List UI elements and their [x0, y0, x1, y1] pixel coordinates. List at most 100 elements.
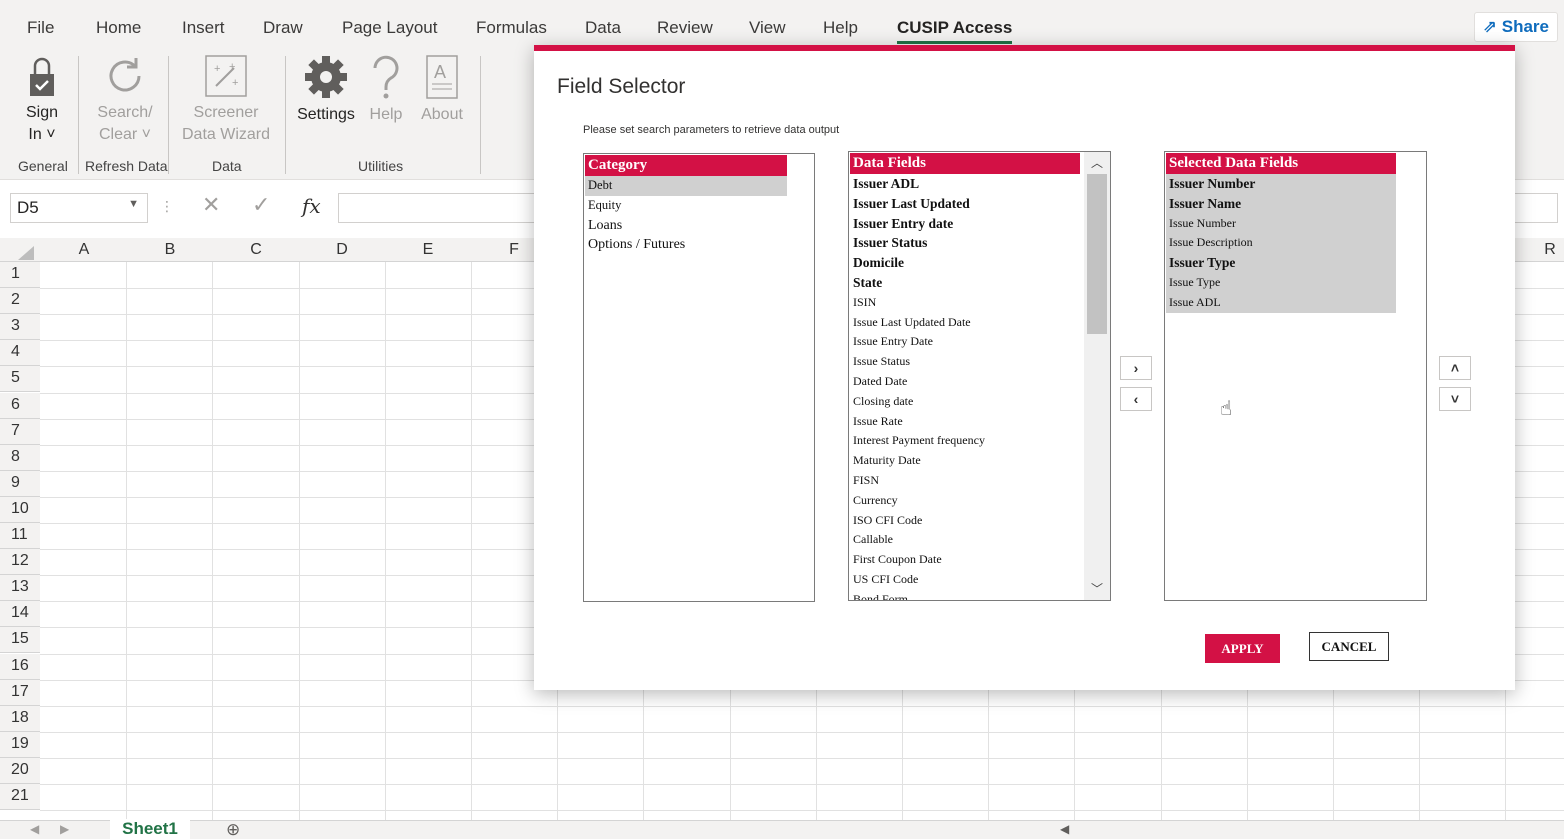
row-header[interactable]: 11: [0, 523, 40, 549]
scroll-left-icon[interactable]: ◀: [1060, 822, 1069, 836]
column-header-b[interactable]: B: [127, 241, 213, 259]
tab-file[interactable]: File: [27, 18, 54, 38]
cancel-icon[interactable]: ✕: [202, 192, 220, 218]
row-header[interactable]: 2: [0, 288, 40, 315]
sheet-tab-sheet1[interactable]: Sheet1: [110, 819, 190, 839]
category-item-options-futures[interactable]: Options / Futures: [585, 235, 814, 255]
tab-review[interactable]: Review: [657, 18, 713, 38]
selected-field-item[interactable]: Issue Type: [1166, 272, 1396, 293]
select-all-corner[interactable]: [18, 246, 34, 260]
column-header-r[interactable]: R: [1507, 241, 1564, 259]
data-field-item[interactable]: Bond Form: [850, 590, 1080, 600]
scrollbar-thumb[interactable]: [1087, 174, 1107, 334]
row-header[interactable]: 10: [0, 496, 40, 523]
row-header[interactable]: 21: [0, 784, 40, 810]
column-header-d[interactable]: D: [299, 241, 385, 259]
data-field-item[interactable]: First Coupon Date: [850, 550, 1080, 570]
column-header-e[interactable]: E: [385, 241, 471, 259]
data-field-item[interactable]: State: [850, 273, 1080, 293]
category-listbox[interactable]: Category Debt Equity Loans Options / Fut…: [583, 153, 815, 602]
row-header[interactable]: 4: [0, 340, 40, 367]
help-button[interactable]: Help: [366, 54, 406, 126]
data-field-item[interactable]: Issuer Entry date: [850, 214, 1080, 234]
selected-field-item[interactable]: Issuer Name: [1166, 193, 1396, 214]
search-clear-button[interactable]: Search/ Clear ˅: [94, 54, 156, 146]
row-header[interactable]: 17: [0, 679, 40, 706]
row-header[interactable]: 15: [0, 627, 40, 654]
data-field-item[interactable]: Closing date: [850, 392, 1080, 412]
tab-formulas[interactable]: Formulas: [476, 18, 547, 38]
data-fields-scrollbar[interactable]: ︿ ﹀: [1084, 152, 1110, 600]
row-header[interactable]: 6: [0, 392, 40, 419]
next-sheet-icon[interactable]: ▶: [60, 822, 69, 836]
data-field-item[interactable]: Issuer Last Updated: [850, 194, 1080, 214]
data-field-item[interactable]: Issue Entry Date: [850, 332, 1080, 352]
chevron-down-icon[interactable]: ﹀: [1091, 580, 1103, 597]
apply-button[interactable]: APPLY: [1205, 634, 1280, 663]
data-field-item[interactable]: Dated Date: [850, 372, 1080, 392]
selected-field-item[interactable]: Issue ADL: [1166, 292, 1396, 313]
data-fields-listbox[interactable]: Data Fields Issuer ADL Issuer Last Update…: [848, 151, 1111, 601]
row-header[interactable]: 13: [0, 575, 40, 602]
selected-field-item[interactable]: Issue Description: [1166, 233, 1396, 254]
data-field-item[interactable]: Callable: [850, 530, 1080, 550]
tab-draw[interactable]: Draw: [263, 18, 303, 38]
row-header[interactable]: 9: [0, 470, 40, 497]
tab-help[interactable]: Help: [823, 18, 858, 38]
insert-function-icon[interactable]: fx: [302, 194, 321, 218]
row-header[interactable]: 19: [0, 731, 40, 758]
cancel-button[interactable]: CANCEL: [1309, 632, 1389, 661]
data-field-item[interactable]: ISIN: [850, 293, 1080, 313]
selected-field-item[interactable]: Issuer Type: [1166, 253, 1396, 273]
add-sheet-icon[interactable]: ⊕: [226, 820, 240, 839]
data-field-item[interactable]: Maturity Date: [850, 451, 1080, 471]
column-header-c[interactable]: C: [213, 241, 299, 259]
row-header[interactable]: 8: [0, 444, 40, 471]
data-field-item[interactable]: Interest Payment frequency: [850, 431, 1080, 451]
column-header-a[interactable]: A: [41, 241, 127, 259]
tab-page-layout[interactable]: Page Layout: [342, 18, 437, 38]
move-up-button[interactable]: ˄: [1439, 356, 1471, 380]
selected-fields-listbox[interactable]: Selected Data Fields Issuer Number Issuer…: [1164, 151, 1427, 601]
row-header[interactable]: 5: [0, 366, 40, 393]
check-icon[interactable]: ✓: [252, 192, 270, 218]
data-field-item[interactable]: Domicile: [850, 253, 1080, 273]
screener-data-wizard-button[interactable]: + + + Screener Data Wizard: [180, 54, 272, 146]
about-button[interactable]: A About: [416, 54, 468, 126]
tab-view[interactable]: View: [749, 18, 786, 38]
add-field-button[interactable]: ›: [1120, 356, 1152, 380]
category-item-loans[interactable]: Loans: [585, 216, 814, 236]
data-field-item[interactable]: FISN: [850, 471, 1080, 491]
sign-in-button[interactable]: Sign In ˅: [22, 54, 62, 146]
category-item-equity[interactable]: Equity: [585, 196, 814, 216]
row-header[interactable]: 16: [0, 653, 40, 680]
remove-field-button[interactable]: ‹: [1120, 387, 1152, 411]
data-field-item[interactable]: Issue Status: [850, 352, 1080, 372]
tab-cusip-access[interactable]: CUSIP Access: [897, 18, 1013, 44]
data-field-item[interactable]: Issue Rate: [850, 412, 1080, 432]
settings-button[interactable]: Settings: [296, 54, 356, 126]
row-header[interactable]: 18: [0, 705, 40, 732]
row-header[interactable]: 7: [0, 418, 40, 445]
chevron-up-icon[interactable]: ︿: [1091, 154, 1103, 171]
data-field-item[interactable]: Issuer Status: [850, 233, 1080, 253]
row-header[interactable]: 1: [0, 262, 40, 288]
data-field-item[interactable]: Issuer ADL: [850, 174, 1080, 194]
row-header[interactable]: 3: [0, 314, 40, 341]
move-down-button[interactable]: ˅: [1439, 387, 1471, 411]
row-header[interactable]: 12: [0, 549, 40, 576]
data-field-item[interactable]: Issue Last Updated Date: [850, 313, 1080, 333]
selected-field-item[interactable]: Issue Number: [1166, 213, 1396, 234]
row-header[interactable]: 20: [0, 757, 40, 784]
data-field-item[interactable]: ISO CFI Code: [850, 511, 1080, 531]
selected-field-item[interactable]: Issuer Number: [1166, 174, 1396, 194]
share-button[interactable]: ⇗ Share: [1473, 12, 1558, 42]
prev-sheet-icon[interactable]: ◀: [30, 822, 39, 836]
tab-home[interactable]: Home: [96, 18, 141, 38]
tab-insert[interactable]: Insert: [182, 18, 225, 38]
category-item-debt[interactable]: Debt: [585, 176, 787, 196]
data-field-item[interactable]: Currency: [850, 491, 1080, 511]
row-header[interactable]: 14: [0, 601, 40, 628]
tab-data[interactable]: Data: [585, 18, 621, 38]
name-box[interactable]: D5 ▼: [10, 193, 148, 223]
